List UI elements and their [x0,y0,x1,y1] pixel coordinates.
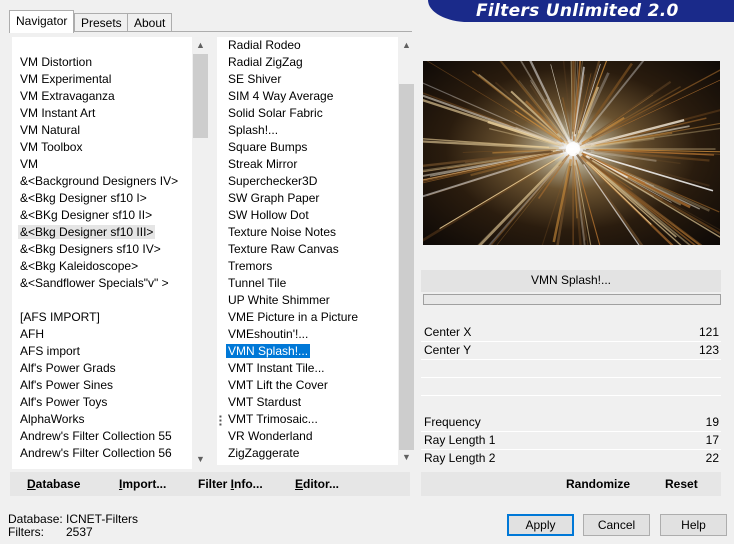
list-item[interactable]: VME Picture in a Picture [226,309,360,326]
database-button[interactable]: Database [27,472,80,496]
list-item[interactable]: VMT Stardust [226,394,303,411]
list-item[interactable]: SW Graph Paper [226,190,321,207]
drag-grip-icon[interactable]: ▪ ▪ ▪ [219,413,225,429]
list-item[interactable]: VMT Lift the Cover [226,377,330,394]
list-item[interactable]: VM Instant Art [18,105,97,122]
status-database-value: ICNET-Filters [66,512,138,526]
app-title: Filters Unlimited 2.0 [476,1,679,21]
category-list-scrollbar[interactable]: ▲ ▼ [192,37,209,469]
scroll-thumb[interactable] [399,84,414,450]
param-center-y[interactable]: Center Y 123 [421,342,721,359]
scroll-up-icon[interactable]: ▲ [398,37,415,53]
list-item[interactable]: Splash!... [226,122,280,139]
param-ray-length-2[interactable]: Ray Length 2 22 [421,450,721,467]
preview-rays [423,61,720,245]
filter-list[interactable]: Radial Rodeo Radial ZigZag SE Shiver SIM 4 … [217,37,398,465]
scroll-thumb[interactable] [193,54,208,138]
list-item[interactable]: SE Shiver [226,71,283,88]
preview-ray [423,82,563,145]
list-item[interactable]: VM Extravaganza [18,88,117,105]
list-item[interactable]: SW Hollow Dot [226,207,311,224]
scroll-down-icon[interactable]: ▼ [192,451,209,467]
list-item[interactable]: &<Bkg Kaleidoscope> [18,258,140,275]
list-item[interactable]: Alf's Power Grads [18,360,118,377]
list-item[interactable]: &<Sandflower Specials"v" > [18,275,171,292]
list-item[interactable]: UP White Shimmer [226,292,332,309]
list-item[interactable]: ZigZaggerate [226,445,301,462]
param-divider [421,359,721,360]
preview-center-glow [566,142,580,156]
list-item[interactable]: VMT Trimosaic... [226,411,320,428]
list-item[interactable]: [AFS IMPORT] [18,309,102,326]
list-item[interactable]: AlphaWorks [18,411,86,428]
param-divider [421,395,721,396]
list-item[interactable]: VMEshoutin'!... [226,326,310,343]
param-frequency[interactable]: Frequency 19 [421,414,721,431]
list-item[interactable]: Andrew's Filter Collection 55 [18,428,174,445]
list-item[interactable]: VM Toolbox [18,139,84,156]
list-item[interactable]: VR Wonderland [226,428,315,445]
list-item[interactable]: Radial Rodeo [226,37,303,54]
list-item[interactable]: VM Distortion [18,54,94,71]
list-item[interactable]: Alf's Power Toys [18,394,109,411]
reset-button[interactable]: Reset [665,472,698,496]
status-database-label: Database: [8,512,63,526]
list-item[interactable]: &<Background Designers IV> [18,173,180,190]
list-item[interactable]: VMT Instant Tile... [226,360,326,377]
cancel-button[interactable]: Cancel [583,514,650,536]
status-filters-value: 2537 [66,525,93,539]
filter-info-button[interactable]: Filter Info... [198,472,263,496]
filter-title: VMN Splash!... [530,273,612,287]
list-item[interactable]: Tunnel Tile [226,275,288,292]
list-item[interactable]: Superchecker3D [226,173,319,190]
list-item[interactable]: SIM 4 Way Average [226,88,335,105]
filter-toolbar: Database Import... Filter Info... Editor… [10,472,410,496]
list-item[interactable]: Tremors [226,258,274,275]
list-item[interactable]: VMN Splash!... [224,343,312,360]
filter-list-scrollbar[interactable]: ▲ ▼ [398,37,415,465]
tab-about[interactable]: About [127,13,173,32]
scroll-up-icon[interactable]: ▲ [192,37,209,53]
tab-navigator[interactable]: Navigator [9,10,75,33]
param-ray-length-1[interactable]: Ray Length 1 17 [421,432,721,449]
status-filters-label: Filters: [8,525,44,539]
list-item[interactable]: &<Bkg Designers sf10 IV> [18,241,163,258]
list-item[interactable]: Texture Raw Canvas [226,241,341,258]
list-item[interactable]: Solid Solar Fabric [226,105,325,122]
param-center-x[interactable]: Center X 121 [421,324,721,341]
progress-bar [423,294,721,305]
list-item[interactable]: VM Experimental [18,71,113,88]
param-divider [421,377,721,378]
list-item[interactable]: AFH [18,326,46,343]
list-item[interactable]: &<Bkg Designer sf10 I> [18,190,149,207]
category-list[interactable]: VM Distortion VM Experimental VM Extravaga… [12,37,192,469]
list-item[interactable]: Radial ZigZag [226,54,305,71]
tab-presets[interactable]: Presets [74,13,129,32]
list-item[interactable]: &<BKg Designer sf10 II> [18,207,154,224]
list-item[interactable]: Square Bumps [226,139,309,156]
apply-button[interactable]: Apply [507,514,574,536]
list-item[interactable]: VM Natural [18,122,82,139]
randomize-button[interactable]: Randomize [566,472,630,496]
editor-button[interactable]: Editor... [295,472,339,496]
list-item[interactable]: Andrew's Filter Collection 56 [18,445,174,462]
help-button[interactable]: Help [660,514,727,536]
preview-ray [580,155,677,238]
filter-preview [423,61,720,245]
list-item[interactable]: Alf's Power Sines [18,377,115,394]
list-item[interactable]: Texture Noise Notes [226,224,338,241]
list-item[interactable]: AFS import [18,343,82,360]
list-item[interactable]: VM [18,156,40,173]
list-item[interactable]: &<Bkg Designer sf10 III> [18,224,156,241]
list-item[interactable]: Streak Mirror [226,156,299,173]
scroll-down-icon[interactable]: ▼ [398,449,415,465]
import-button[interactable]: Import... [119,472,166,496]
